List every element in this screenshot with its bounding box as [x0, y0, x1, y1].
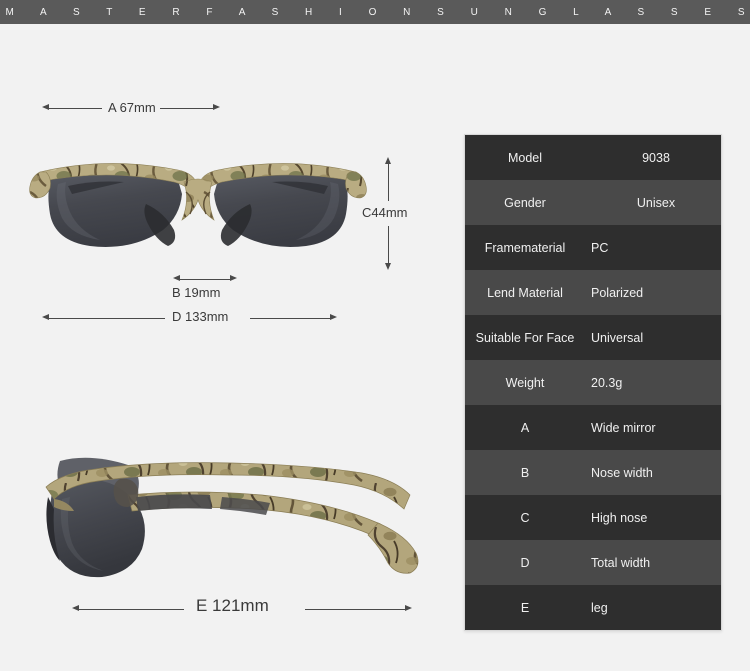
spec-key: B — [520, 465, 530, 480]
spec-value: 20.3g — [591, 375, 623, 390]
specification-table: Model 9038 Gender Unisex Framematerial P… — [464, 134, 722, 631]
spec-key: D — [520, 555, 530, 570]
spec-value: PC — [591, 240, 609, 255]
dimension-e-line-right — [305, 608, 405, 610]
dimension-d-line-right — [250, 317, 330, 319]
spec-value: Polarized — [591, 285, 644, 300]
spec-key: Suitable For Face — [475, 330, 575, 345]
table-row: Framematerial PC — [465, 225, 721, 270]
dimension-a-arrow-right-head — [213, 104, 220, 110]
dimension-e-label: E 121mm — [196, 596, 269, 615]
dimension-d-arrow-right-head — [330, 314, 337, 320]
spec-value: Unisex — [636, 195, 676, 210]
spec-value: 9038 — [642, 150, 670, 165]
product-diagram-area: A 67mm C44mm B 19mm D 133mm E 121mm — [0, 24, 460, 671]
table-row: Model 9038 — [465, 135, 721, 180]
dimension-e-line-left — [79, 608, 184, 610]
sunglasses-front-view — [28, 142, 368, 272]
table-row: Lend Material Polarized — [465, 270, 721, 315]
dimension-d-arrow-left-head — [42, 314, 49, 320]
page-canvas: A 67mm C44mm B 19mm D 133mm E 121mm Mode… — [0, 24, 750, 671]
table-row: Suitable For Face Universal — [465, 315, 721, 360]
spec-value: Total width — [591, 555, 651, 570]
dimension-d-line-left — [49, 317, 165, 319]
spec-key: A — [520, 420, 530, 435]
dimension-a-label: A 67mm — [108, 100, 156, 115]
table-row: A Wide mirror — [465, 405, 721, 450]
spec-value: Wide mirror — [591, 420, 656, 435]
spec-key: E — [520, 600, 530, 615]
brand-banner: M A S T E R F A S H I O N S U N G L A S … — [0, 0, 750, 24]
table-row: C High nose — [465, 495, 721, 540]
spec-value: Nose width — [591, 465, 653, 480]
table-row: E leg — [465, 585, 721, 630]
dimension-c-line-top — [388, 164, 389, 201]
dimension-c-arrow-down-head — [384, 263, 391, 270]
dimension-b-arrow-left-head — [173, 275, 180, 281]
dimension-c-line-bottom — [388, 226, 389, 263]
dimension-c-label: C44mm — [362, 205, 408, 220]
table-row: B Nose width — [465, 450, 721, 495]
dimension-a-line-right — [160, 107, 213, 109]
spec-key: Model — [507, 150, 543, 165]
dimension-b-arrow-right-head — [230, 275, 237, 281]
spec-value: Universal — [591, 330, 644, 345]
dimension-b-line — [180, 278, 230, 280]
spec-key: Framematerial — [484, 240, 566, 255]
dimension-b-label: B 19mm — [172, 285, 221, 300]
table-row: D Total width — [465, 540, 721, 585]
dimension-e-arrow-left-head — [72, 605, 79, 611]
spec-value: leg — [591, 600, 608, 615]
dimension-e-arrow-right-head — [405, 605, 412, 611]
spec-key: Gender — [504, 195, 546, 210]
spec-key: Weight — [505, 375, 545, 390]
table-row: Gender Unisex — [465, 180, 721, 225]
dimension-a-arrow-left-head — [42, 104, 49, 110]
spec-key: Lend Material — [487, 285, 563, 300]
spec-key: C — [520, 510, 530, 525]
dimension-d-label: D 133mm — [172, 309, 229, 324]
dimension-c-arrow-up-head — [384, 157, 391, 164]
dimension-a-line-left — [49, 107, 102, 109]
brand-banner-text: M A S T E R F A S H I O N S U N G L A S … — [5, 6, 750, 18]
spec-value: High nose — [591, 510, 648, 525]
table-row: Weight 20.3g — [465, 360, 721, 405]
sunglasses-side-view — [32, 439, 422, 589]
